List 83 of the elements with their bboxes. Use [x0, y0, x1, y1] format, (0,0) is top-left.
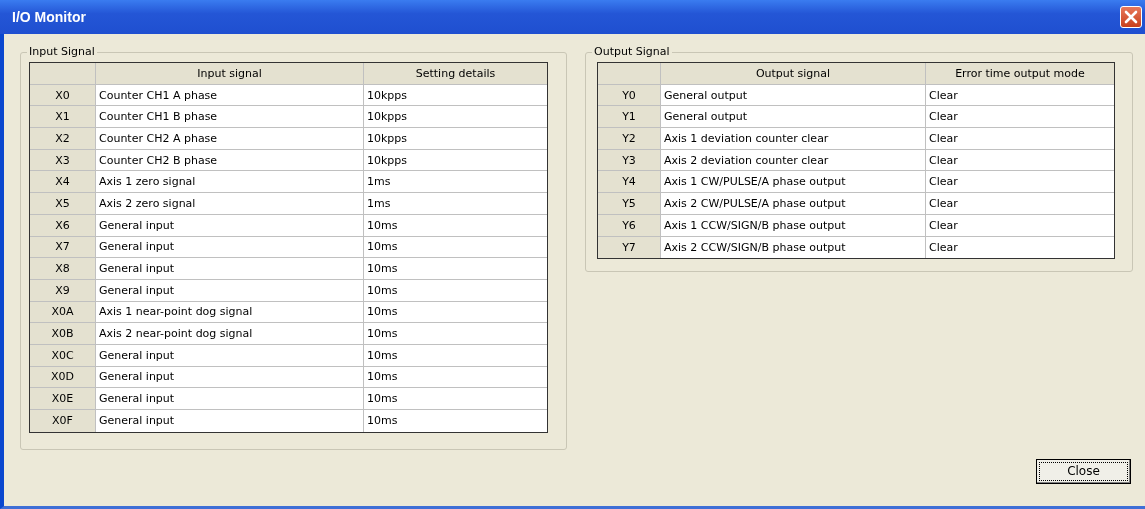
table-cell: General input: [96, 279, 364, 302]
table-cell: Clear: [926, 193, 1114, 215]
table-cell: Clear: [926, 128, 1114, 150]
row-header: Y3: [598, 149, 661, 172]
row-header: X2: [30, 128, 96, 150]
table-cell: 10kpps: [364, 128, 547, 150]
table-cell: 1ms: [364, 171, 547, 194]
column-header: Output signal: [661, 63, 926, 85]
row-header: X1: [30, 106, 96, 129]
table-cell: General input: [96, 214, 364, 237]
table-cell: General output: [661, 84, 926, 107]
row-header: X0D: [30, 366, 96, 389]
table-cell: 10ms: [364, 388, 547, 410]
header-cell: [598, 63, 661, 85]
row-header: X0B: [30, 323, 96, 345]
table-cell: General input: [96, 388, 364, 410]
table-cell-text: Clear: [928, 239, 959, 256]
table-cell: Clear: [926, 106, 1114, 129]
table-cell: 10ms: [364, 214, 547, 237]
row-header: X9: [30, 279, 96, 302]
header-cell: [30, 63, 96, 85]
row-header: X0E: [30, 388, 96, 410]
row-header: X4: [30, 171, 96, 194]
column-header: Setting details: [364, 63, 547, 85]
table-cell: Counter CH2 A phase: [96, 128, 364, 150]
row-header: X7: [30, 236, 96, 259]
table-cell: 10kpps: [364, 149, 547, 172]
table-cell: Axis 1 deviation counter clear: [661, 128, 926, 150]
row-header: X0A: [30, 301, 96, 324]
row-header: X3: [30, 149, 96, 172]
group-title: Output Signal: [592, 45, 672, 58]
table-cell: 10ms: [364, 344, 547, 367]
table-cell: 1ms: [364, 193, 547, 215]
row-header: Y0: [598, 84, 661, 107]
row-header: Y1: [598, 106, 661, 129]
table-cell: Axis 1 CW/PULSE/A phase output: [661, 171, 926, 194]
table-cell: 10ms: [364, 258, 547, 280]
table-cell: Clear: [926, 214, 1114, 237]
table-cell: General input: [96, 366, 364, 389]
table-cell: General input: [96, 258, 364, 280]
table-cell: 10ms: [364, 323, 547, 345]
table-cell: Axis 1 CCW/SIGN/B phase output: [661, 214, 926, 237]
table-cell: Axis 2 near-point dog signal: [96, 323, 364, 345]
table-cell: Axis 2 zero signal: [96, 193, 364, 215]
row-header: X0C: [30, 344, 96, 367]
table-cell: Axis 2 CCW/SIGN/B phase output: [661, 236, 926, 259]
row-header: Y4: [598, 171, 661, 194]
table-cell: Counter CH1 B phase: [96, 106, 364, 129]
table-cell: Axis 2 CW/PULSE/A phase output: [661, 193, 926, 215]
window-title: I/O Monitor: [12, 9, 86, 25]
table-cell: 10kpps: [364, 106, 547, 129]
table-cell: Axis 1 zero signal: [96, 171, 364, 194]
table-cell-text: 10ms: [366, 413, 399, 430]
table-cell: General input: [96, 410, 364, 432]
row-header: X6: [30, 214, 96, 237]
row-header: Y7: [598, 236, 661, 259]
table-cell: Counter CH2 B phase: [96, 149, 364, 172]
table-cell: Clear: [926, 84, 1114, 107]
table-cell: 10ms: [364, 366, 547, 389]
close-icon[interactable]: [1120, 6, 1142, 28]
table-cell: 10ms: [364, 279, 547, 302]
table-cell: Clear: [926, 171, 1114, 194]
row-header: X0F: [30, 410, 96, 432]
table-cell: Axis 1 near-point dog signal: [96, 301, 364, 324]
table-cell: General input: [96, 344, 364, 367]
table-cell: 10ms: [364, 301, 547, 324]
row-header: X5: [30, 193, 96, 215]
table-cell: 10ms: [364, 236, 547, 259]
row-header: Y2: [598, 128, 661, 150]
row-header: Y5: [598, 193, 661, 215]
column-header: Input signal: [96, 63, 364, 85]
table-cell: General output: [661, 106, 926, 129]
table-cell: General input: [96, 236, 364, 259]
row-header: X8: [30, 258, 96, 280]
table-cell: Counter CH1 A phase: [96, 84, 364, 107]
table-cell: Axis 2 deviation counter clear: [661, 149, 926, 172]
group-title: Input Signal: [27, 45, 97, 58]
column-header: Error time output mode: [926, 63, 1114, 85]
close-button[interactable]: Close: [1036, 458, 1131, 484]
row-header: Y6: [598, 214, 661, 237]
row-header: X0: [30, 84, 96, 107]
table-cell: Clear: [926, 149, 1114, 172]
table-cell: 10kpps: [364, 84, 547, 107]
